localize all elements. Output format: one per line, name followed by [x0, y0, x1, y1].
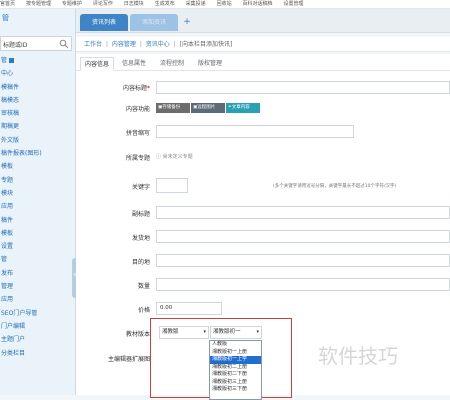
sidebar-item[interactable]: 稿件 [0, 214, 74, 227]
sidebar-item[interactable]: 稿模态 [0, 94, 74, 107]
tab-process-control[interactable]: 流程控制 [156, 57, 188, 71]
price-label: 价格 [137, 307, 150, 314]
keyword-hint: (多个关键字请用逗号分隔，关键字最长不超过10个字符/汉字) [273, 184, 397, 189]
textbook-label: 教材版本 [125, 331, 150, 338]
sidebar-item[interactable]: 管 [0, 253, 74, 266]
sidebar-item[interactable]: 中心 [0, 67, 74, 80]
dropdown-option[interactable]: 人教版 [210, 341, 261, 349]
dropdown-option-selected[interactable]: 湘教版初一上学 [210, 356, 261, 364]
dropdown-option[interactable]: 湘教版初一上册 [210, 349, 261, 357]
sidebar-item[interactable]: 管理 [0, 280, 74, 293]
breadcrumb-separator: | [173, 41, 176, 48]
topnav-item[interactable]: 设置管理 [283, 0, 303, 8]
editor-ext-label: 主编辑器扩展图 [107, 356, 150, 363]
breadcrumb-home[interactable]: 工作台 [84, 41, 102, 48]
topnav-item[interactable]: 回收站 [217, 0, 232, 8]
watermark: 软件技巧 [318, 344, 398, 368]
search-value: 标题或ID [3, 42, 28, 49]
sidebar-item[interactable]: 门户编辑 [0, 320, 74, 333]
title-label-text: 内容标题 [122, 85, 147, 92]
dropdown-option[interactable]: 湘教版初二下册 [210, 371, 261, 379]
breadcrumb-current: [向本栏目添加快讯] [179, 41, 233, 48]
quantity-input[interactable] [156, 278, 450, 291]
functions-label: 内容功能 [125, 106, 150, 113]
sidebar-item[interactable]: 期稿更 [0, 120, 74, 133]
sidebar-item[interactable]: 设置 [0, 240, 74, 253]
title-input[interactable] [156, 81, 450, 94]
topnav-item[interactable]: 按专题管理 [26, 0, 51, 8]
special-hint: ⓘ 尚未定义专题 [156, 153, 193, 160]
topnav-item[interactable]: 百科对话稿档 [243, 0, 273, 8]
destination-label: 目的地 [131, 259, 150, 266]
sidebar-title: 管 [0, 9, 75, 27]
search-input[interactable]: 标题或ID [0, 36, 72, 51]
sidebar-item[interactable]: 主题门户 [0, 333, 74, 346]
pinyin-label: 拼音缩写 [125, 130, 150, 137]
keyword-label: 关键字 [131, 184, 150, 191]
dropdown-option[interactable]: 湘教版初二上册 [210, 364, 261, 372]
article-content-label: 文章内容 [231, 105, 250, 110]
destination-input[interactable] [156, 254, 450, 267]
quantity-label: 数量 [137, 283, 150, 290]
breadcrumb: 工作台 | 内容管理 | 资讯中心 | [向本栏目添加快讯] [76, 37, 450, 52]
tab-add-news[interactable]: 添加资讯 [130, 14, 178, 31]
sidebar: 管 标题或ID 管 中心 模稿件 稿模态 审核稿 期稿更 外文版 稿件报表(图形… [0, 9, 76, 395]
sidebar-item[interactable]: 稿件报表(图形) [0, 147, 74, 160]
special-label: 所属专题 [125, 155, 150, 162]
sidebar-item[interactable]: 模稿件 [0, 81, 74, 94]
sidebar-item[interactable]: 模板 [0, 227, 74, 240]
title-label: 内容标题* [76, 83, 150, 92]
sidebar-item[interactable]: 模板 [0, 160, 74, 173]
inner-tabs: 内容信息 信息属性 流程控制 版权管理 [76, 57, 450, 71]
origin-input[interactable] [156, 230, 450, 243]
sidebar-item[interactable]: 专题 [0, 174, 74, 187]
keyword-input[interactable] [156, 178, 188, 193]
sidebar-item[interactable]: 应用 [0, 293, 74, 306]
subtitle-input[interactable] [156, 206, 450, 219]
article-content-button[interactable]: ⚭文章内容 [226, 103, 260, 113]
save-backup-button[interactable]: ▣存储备份 [156, 103, 190, 113]
tab-copyright[interactable]: 版权管理 [194, 57, 226, 71]
sidebar-item[interactable]: 模块 [0, 187, 74, 200]
pinyin-input[interactable] [156, 125, 354, 138]
breadcrumb-news-center[interactable]: 资讯中心 [146, 41, 170, 48]
sidebar-item[interactable]: SEO门户导管 [0, 307, 74, 320]
price-input[interactable]: 0.00 [156, 302, 222, 315]
tab-info-attributes[interactable]: 信息属性 [118, 57, 150, 71]
topnav-item[interactable]: 评论写作 [93, 0, 113, 8]
breadcrumb-separator: | [105, 41, 108, 48]
search-icon[interactable] [59, 39, 69, 49]
special-hint-text: 尚未定义专题 [162, 154, 193, 160]
remote-image-button[interactable]: ▣远程图片 [191, 103, 225, 113]
breadcrumb-separator: | [139, 41, 142, 48]
page-tabbar: 资讯列表 添加资讯 + [76, 9, 450, 33]
sidebar-item[interactable]: 分类栏目 [0, 347, 74, 360]
remote-image-label: 远程图片 [197, 105, 216, 110]
tab-content-info[interactable]: 内容信息 [80, 57, 115, 71]
info-icon: ⓘ [156, 154, 162, 160]
sidebar-menu: 管 中心 模稿件 稿模态 审核稿 期稿更 外文版 稿件报表(图形) 模板 专题 … [0, 54, 74, 360]
topnav-item[interactable]: 采集投递 [186, 0, 206, 8]
sidebar-item[interactable]: 管 [0, 54, 74, 67]
sidebar-item[interactable]: 外文版 [0, 134, 74, 147]
topnav-item[interactable]: 官首页 [0, 0, 15, 8]
save-backup-label: 存储备份 [162, 105, 181, 110]
subtitle-label: 副标题 [131, 211, 150, 218]
sidebar-item[interactable]: 应用 [0, 200, 74, 213]
dropdown-option[interactable]: 湘教版初三上册 [210, 379, 261, 387]
add-tab-button[interactable]: + [180, 14, 194, 31]
sidebar-item[interactable]: 发布 [0, 267, 74, 280]
sidebar-item[interactable]: 审核稿 [0, 107, 74, 120]
top-navigation: 官首页 按专题管理 专题维护 评论写作 日志模块 生成发布 采集投递 回收站 百… [0, 0, 450, 9]
tab-news-list[interactable]: 资讯列表 [80, 14, 129, 31]
grade-dropdown-list[interactable]: 人教版 湘教版初一上册 湘教版初一上学 湘教版初二上册 湘教版初二下册 湘教版初… [209, 340, 262, 400]
required-mark: * [147, 85, 150, 92]
breadcrumb-content-manage[interactable]: 内容管理 [112, 41, 136, 48]
origin-label: 发货地 [131, 235, 150, 242]
topnav-item[interactable]: 专题维护 [62, 0, 82, 8]
topnav-item[interactable]: 生成发布 [155, 0, 175, 8]
topnav-item[interactable]: 日志模块 [124, 0, 144, 8]
dropdown-option[interactable]: 湘教版初三下册 [210, 386, 261, 394]
